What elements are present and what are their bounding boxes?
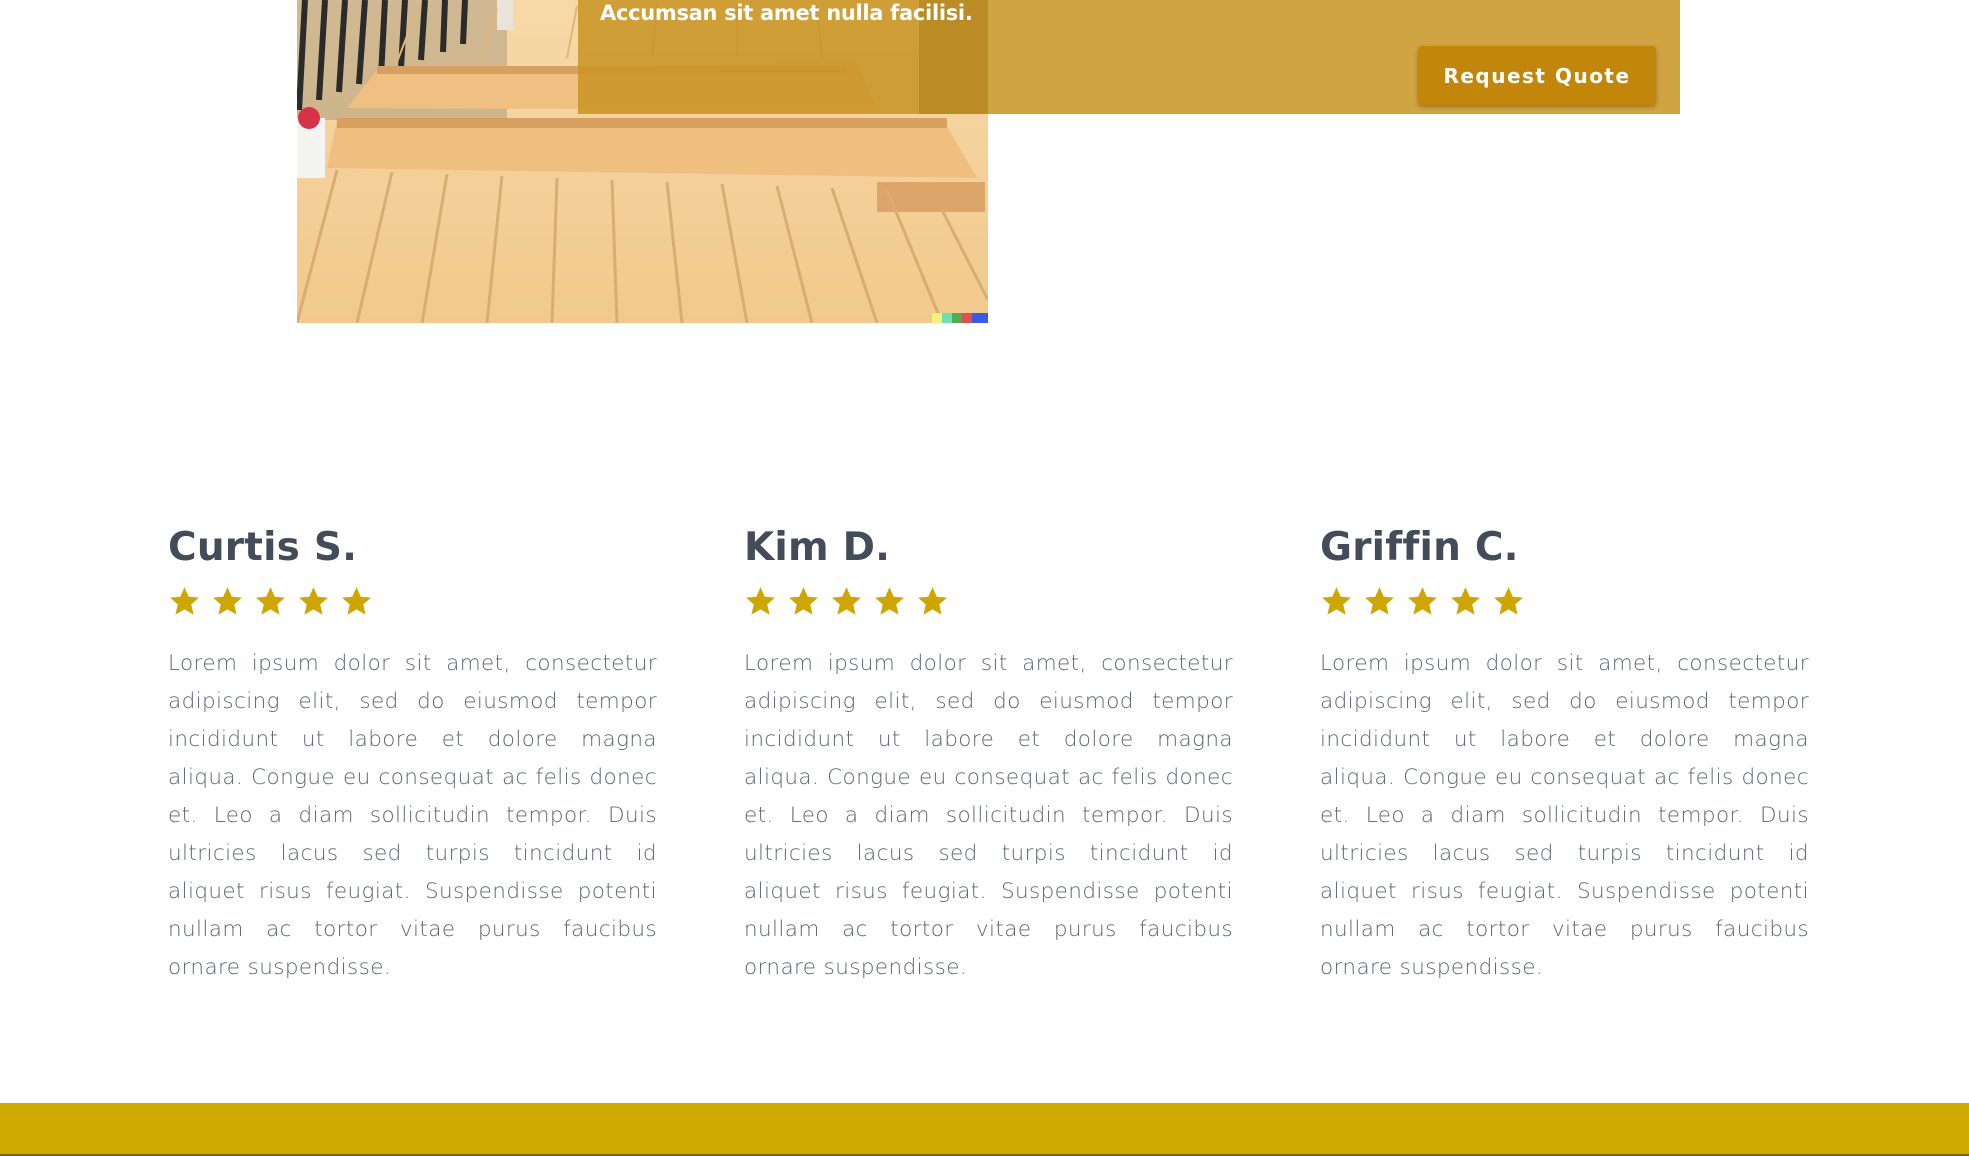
star-icon — [916, 585, 949, 618]
star-icon — [297, 585, 330, 618]
testimonials-section: Curtis S. Lorem ipsum dolor sit amet, co… — [168, 520, 1809, 1000]
footer-strip — [0, 1103, 1969, 1156]
star-icon — [340, 585, 373, 618]
star-icon — [1363, 585, 1396, 618]
star-icon — [168, 585, 201, 618]
star-icon — [1406, 585, 1439, 618]
request-quote-button[interactable]: Request Quote — [1418, 46, 1656, 105]
star-icon — [1492, 585, 1525, 618]
star-icon — [254, 585, 287, 618]
star-icon — [873, 585, 906, 618]
star-icon — [787, 585, 820, 618]
review-text: Lorem ipsum dolor sit amet, consectetur … — [744, 651, 1233, 980]
star-rating — [1320, 584, 1809, 618]
review-text: Lorem ipsum dolor sit amet, consectetur … — [168, 651, 657, 980]
review-text: Lorem ipsum dolor sit amet, consectetur … — [1320, 651, 1809, 980]
star-icon — [744, 585, 777, 618]
cta-text: Accumsan sit amet nulla facilisi. — [600, 1, 973, 25]
star-rating — [744, 584, 1233, 618]
cta-banner: Accumsan sit amet nulla facilisi. Reques… — [578, 0, 1680, 114]
testimonial-card: Kim D. Lorem ipsum dolor sit amet, conse… — [744, 520, 1233, 987]
star-icon — [211, 585, 244, 618]
star-icon — [1320, 585, 1353, 618]
star-icon — [1449, 585, 1482, 618]
testimonial-card: Curtis S. Lorem ipsum dolor sit amet, co… — [168, 520, 657, 987]
reviewer-name: Griffin C. — [1320, 525, 1519, 570]
reviewer-name: Kim D. — [744, 525, 891, 570]
star-rating — [168, 584, 657, 618]
star-icon — [830, 585, 863, 618]
reviewer-name: Curtis S. — [168, 525, 358, 570]
testimonial-card: Griffin C. Lorem ipsum dolor sit amet, c… — [1320, 520, 1809, 987]
